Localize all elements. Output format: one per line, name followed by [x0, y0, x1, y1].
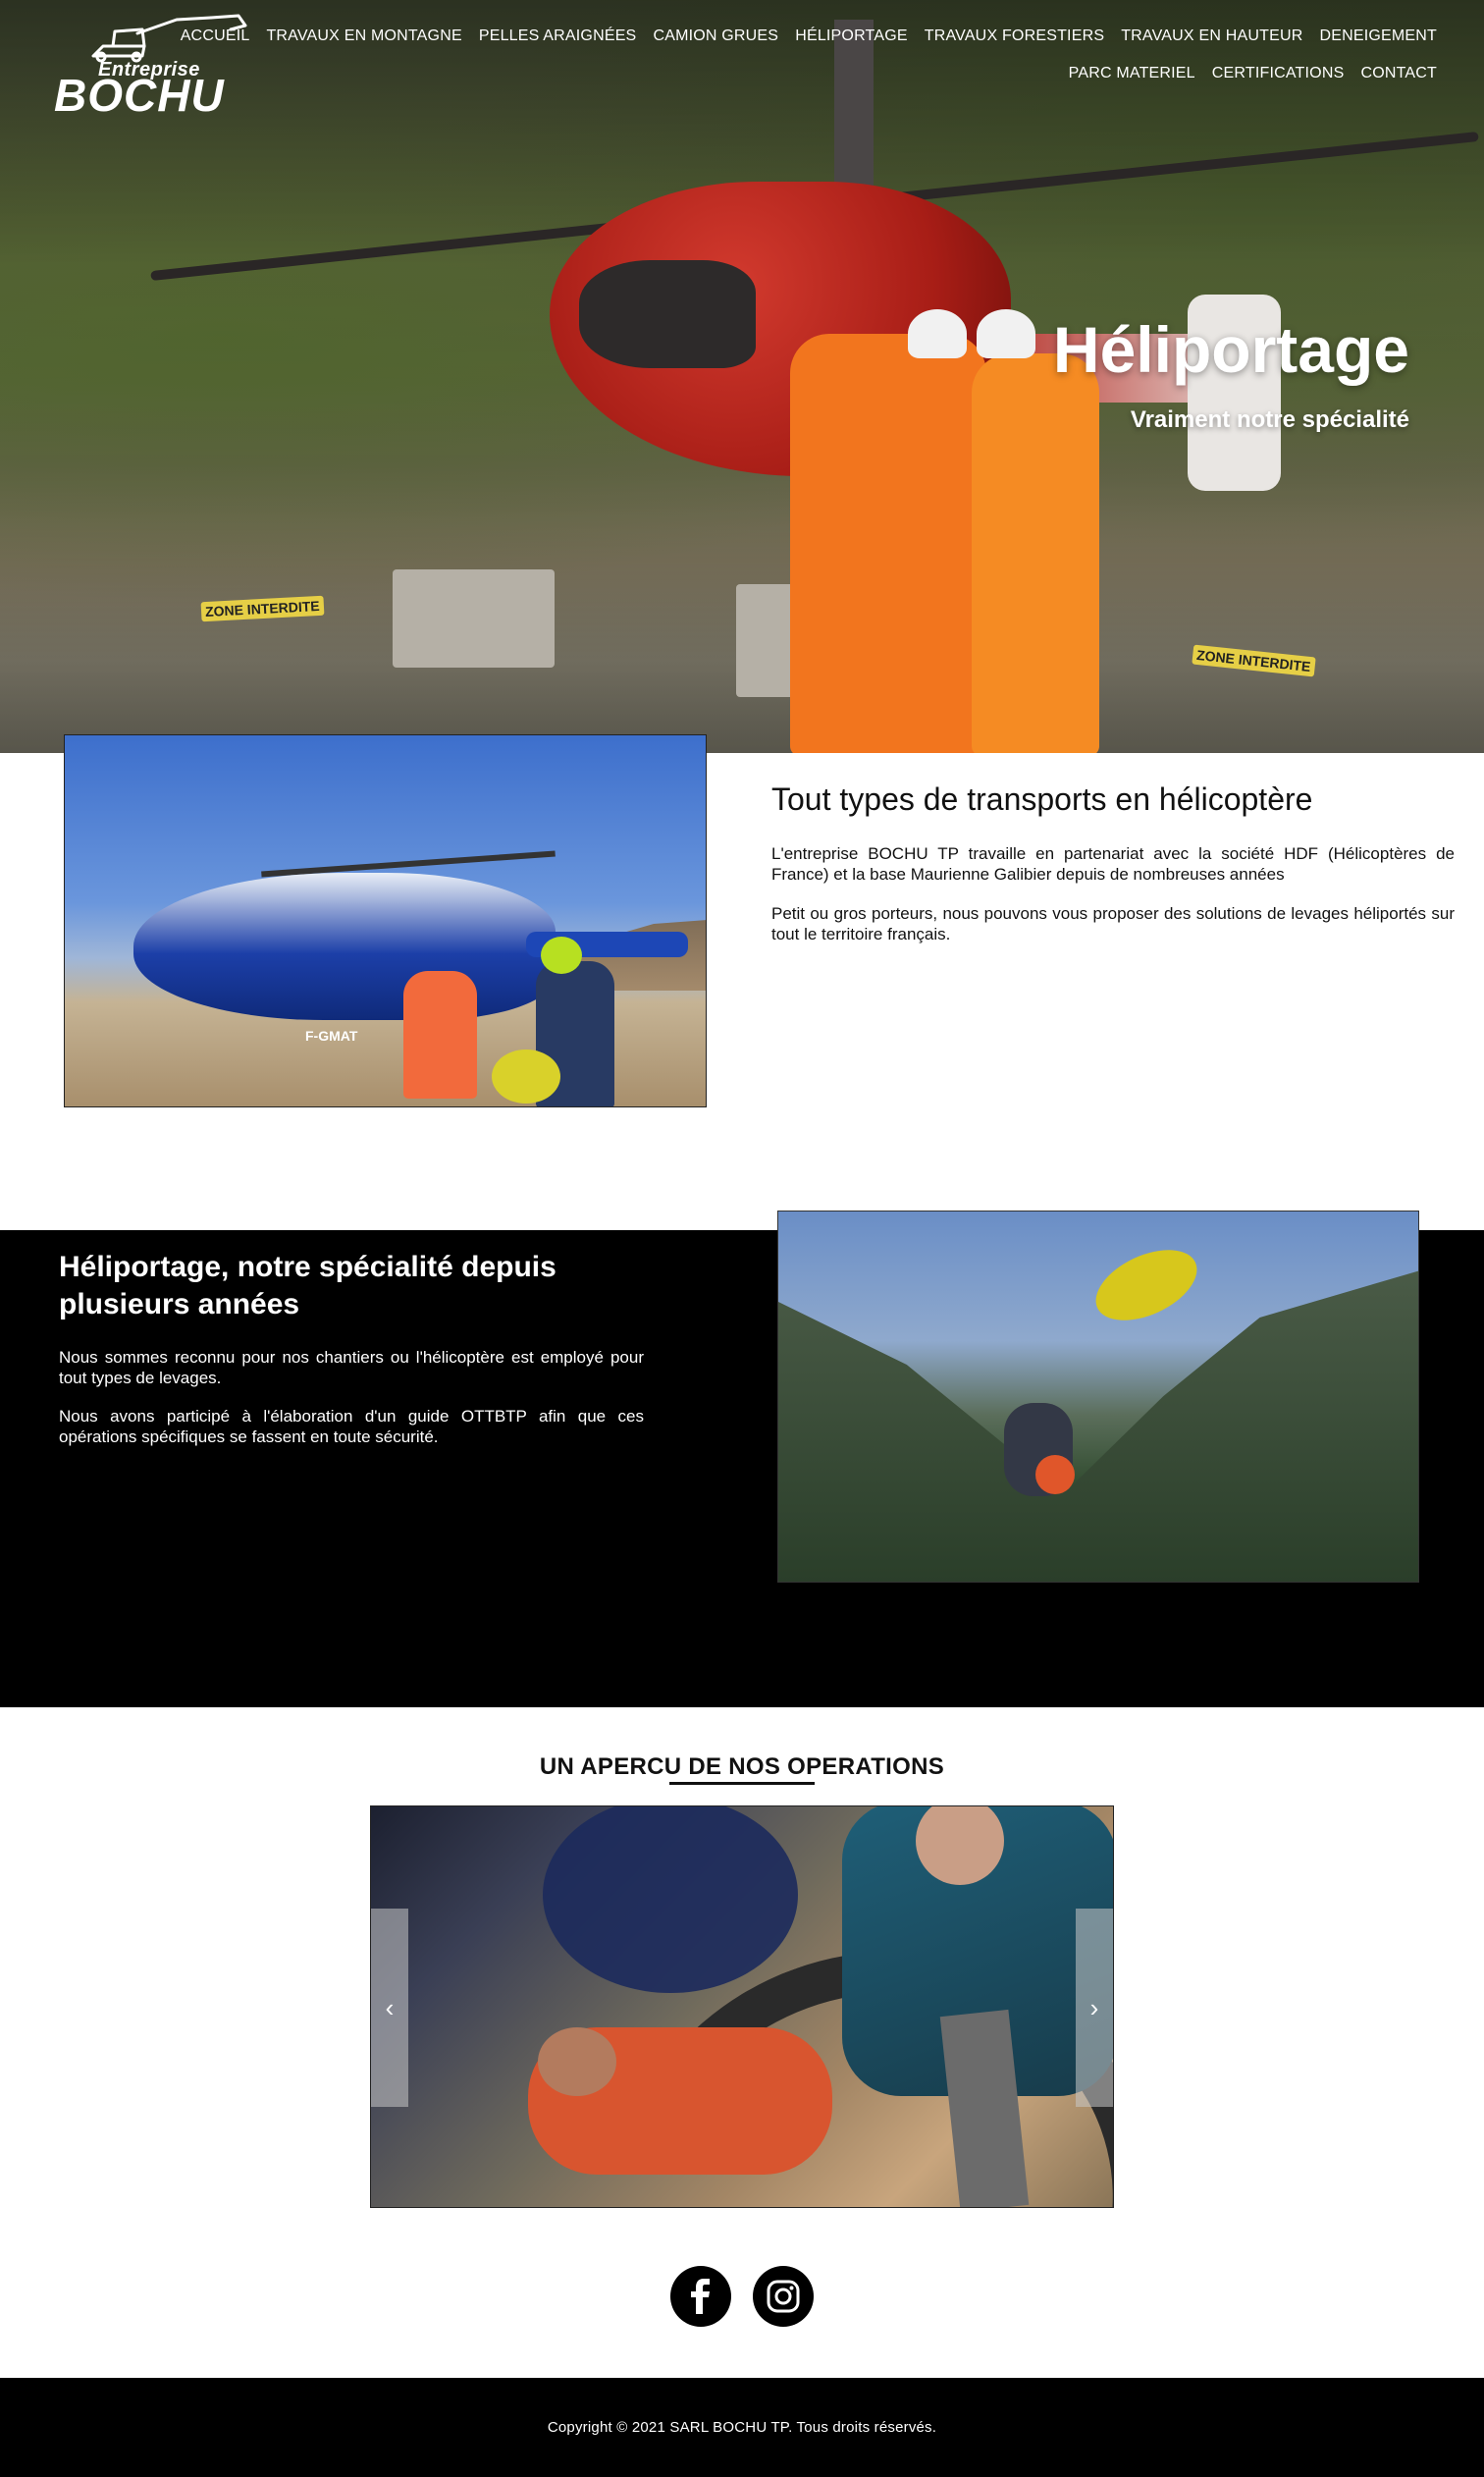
nav-row-2: PARC MATERIEL CERTIFICATIONS CONTACT — [220, 65, 1437, 82]
yellow-helicopter-shape — [1085, 1235, 1208, 1335]
nav-item-heliportage[interactable]: HÉLIPORTAGE — [795, 27, 908, 45]
nav-item-camion-grues[interactable]: CAMION GRUES — [653, 27, 778, 45]
hero-banner: ZONE INTERDITE ZONE INTERDITE Entreprise… — [0, 0, 1484, 753]
helicopter-shape — [133, 873, 556, 1020]
person-shape — [403, 971, 477, 1099]
nav-row-1: ACCUEIL TRAVAUX EN MONTAGNE PELLES ARAIG… — [181, 27, 1437, 45]
footer-copyright: Copyright © 2021 SARL BOCHU TP. Tous dro… — [547, 2419, 937, 2436]
nav-item-pelles-araignees[interactable]: PELLES ARAIGNÉES — [479, 27, 637, 45]
nav-item-travaux-hauteur[interactable]: TRAVAUX EN HAUTEUR — [1121, 27, 1302, 45]
helmet-shape — [492, 1050, 560, 1104]
climber-shape — [1035, 1455, 1075, 1494]
nav-item-accueil[interactable]: ACCUEIL — [181, 27, 250, 45]
nav-item-travaux-montagne[interactable]: TRAVAUX EN MONTAGNE — [266, 27, 461, 45]
registration-label: F-GMAT — [305, 1028, 358, 1044]
main-navigation: ACCUEIL TRAVAUX EN MONTAGNE PELLES ARAIG… — [181, 27, 1437, 102]
section2-paragraph-2: Nous avons participé à l'élaboration d'u… — [59, 1407, 644, 1446]
section1-paragraph-1: L'entreprise BOCHU TP travaille en parte… — [771, 844, 1455, 884]
nav-item-travaux-forestiers[interactable]: TRAVAUX FORESTIERS — [925, 27, 1104, 45]
helicopter-window — [579, 260, 756, 368]
hero-subtitle: Vraiment notre spécialité — [1130, 406, 1409, 433]
worker-head-shape — [538, 2027, 616, 2096]
operations-title: UN APERCU DE NOS OPERATIONS — [539, 1753, 945, 1780]
tire-shape — [543, 1806, 798, 1993]
page: ZONE INTERDITE ZONE INTERDITE Entreprise… — [0, 0, 1484, 2477]
helmet — [908, 309, 967, 358]
section1-paragraph-2: Petit ou gros porteurs, nous pouvons vou… — [771, 904, 1455, 943]
facebook-link[interactable] — [670, 2266, 731, 2327]
facebook-icon — [691, 2279, 710, 2314]
forest-ridge — [778, 1270, 1418, 1582]
carousel-next-button[interactable]: › — [1076, 1909, 1113, 2107]
concrete-block — [393, 569, 555, 668]
nav-item-parc-materiel[interactable]: PARC MATERIEL — [1069, 65, 1195, 82]
helmet-shape — [541, 937, 582, 974]
operations-carousel[interactable]: ‹ › — [370, 1805, 1114, 2208]
forest-heliportage-image — [777, 1211, 1419, 1583]
nav-item-certifications[interactable]: CERTIFICATIONS — [1212, 65, 1345, 82]
section1-title: Tout types de transports en hélicoptère — [771, 781, 1313, 817]
nav-item-contact[interactable]: CONTACT — [1360, 65, 1437, 82]
instagram-icon — [767, 2280, 800, 2313]
instagram-link[interactable] — [753, 2266, 814, 2327]
nav-item-deneigement[interactable]: DENEIGEMENT — [1319, 27, 1437, 45]
worker-figure — [790, 334, 986, 753]
logo-title: BOCHU — [54, 70, 225, 121]
worker-figure — [972, 353, 1099, 753]
helmet — [977, 309, 1035, 358]
carousel-prev-button[interactable]: ‹ — [371, 1909, 408, 2107]
hero-title: Héliportage — [1052, 313, 1409, 386]
title-underline — [669, 1782, 815, 1785]
section2-title: Héliportage, notre spécialité depuis plu… — [59, 1251, 556, 1320]
section2-paragraph-1: Nous sommes reconnu pour nos chantiers o… — [59, 1348, 644, 1387]
blue-helicopter-image: F-GMAT — [64, 734, 707, 1107]
